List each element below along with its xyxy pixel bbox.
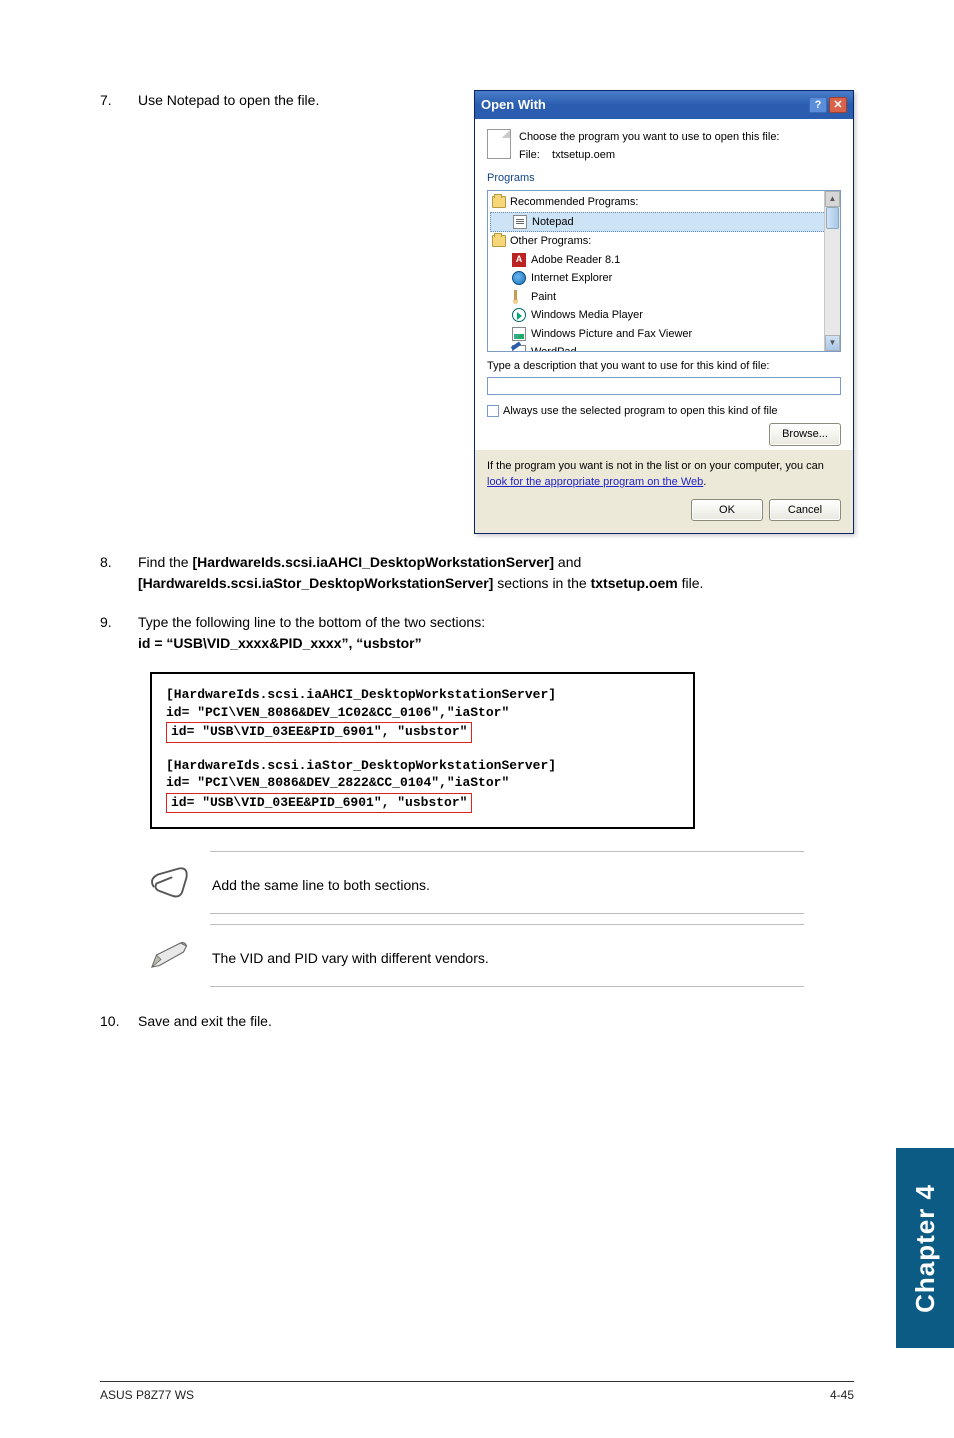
- text-bold: txtsetup.oem: [591, 575, 678, 591]
- cancel-button[interactable]: Cancel: [769, 499, 841, 522]
- code-line: [HardwareIds.scsi.iaAHCI_DesktopWorkstat…: [166, 686, 679, 704]
- code-line: [HardwareIds.scsi.iaStor_DesktopWorkstat…: [166, 757, 679, 775]
- step-text: Use Notepad to open the file.: [138, 90, 414, 111]
- note-text: Add the same line to both sections.: [212, 869, 854, 901]
- folder-icon: [492, 196, 506, 208]
- page-footer: ASUS P8Z77 WS 4-45: [100, 1381, 854, 1402]
- notepad-icon: [513, 215, 527, 229]
- list-item-wmp[interactable]: Windows Media Player: [490, 306, 838, 325]
- group-other: Other Programs:: [510, 233, 591, 250]
- step-number: 10.: [100, 1011, 138, 1032]
- group-recommended: Recommended Programs:: [510, 194, 638, 211]
- divider: [210, 986, 804, 987]
- wordpad-icon: [512, 345, 526, 352]
- list-item-label: Paint: [531, 289, 556, 306]
- divider: [210, 924, 804, 925]
- checkbox-label: Always use the selected program to open …: [503, 403, 778, 420]
- note-suffix: .: [703, 476, 706, 488]
- ie-icon: [512, 271, 526, 285]
- adobe-icon: A: [512, 253, 526, 267]
- programs-label: Programs: [487, 170, 841, 187]
- browse-button[interactable]: Browse...: [769, 423, 841, 446]
- help-button[interactable]: ?: [809, 97, 827, 113]
- footer-left: ASUS P8Z77 WS: [100, 1388, 194, 1402]
- scrollbar[interactable]: ▲ ▼: [824, 191, 840, 351]
- code-highlight: id= "USB\VID_03EE&PID_6901", "usbstor": [166, 793, 472, 814]
- file-icon: [487, 129, 511, 159]
- step-number: 8.: [100, 552, 138, 594]
- scroll-down-icon[interactable]: ▼: [825, 335, 840, 351]
- chapter-tab: Chapter 4: [896, 1148, 954, 1348]
- close-button[interactable]: ✕: [829, 97, 847, 113]
- picture-viewer-icon: [512, 327, 526, 341]
- list-item-label: Adobe Reader 8.1: [531, 252, 620, 269]
- list-item-fax[interactable]: Windows Picture and Fax Viewer: [490, 325, 838, 344]
- text-bold: [HardwareIds.scsi.iaStor_DesktopWorkstat…: [138, 575, 493, 591]
- step-number: 7.: [100, 90, 138, 534]
- ok-button[interactable]: OK: [691, 499, 763, 522]
- description-input[interactable]: [487, 377, 841, 395]
- footer-right: 4-45: [830, 1388, 854, 1402]
- list-item-label: WordPad: [531, 344, 577, 352]
- pencil-icon: [146, 935, 194, 980]
- code-highlight: id= "USB\VID_03EE&PID_6901", "usbstor": [166, 722, 472, 743]
- text-span: sections in the: [493, 575, 590, 591]
- web-lookup-link[interactable]: look for the appropriate program on the …: [487, 476, 703, 488]
- paperclip-icon: [146, 862, 194, 907]
- dialog-title: Open With: [481, 95, 546, 115]
- step-number: 9.: [100, 612, 138, 654]
- description-label: Type a description that you want to use …: [487, 358, 841, 375]
- dialog-titlebar[interactable]: Open With ? ✕: [475, 91, 853, 119]
- always-use-checkbox[interactable]: [487, 405, 499, 417]
- list-item-paint[interactable]: Paint: [490, 288, 838, 307]
- step-text: Type the following line to the bottom of…: [138, 612, 854, 654]
- list-item-label: Internet Explorer: [531, 270, 612, 287]
- code-line: id= "PCI\VEN_8086&DEV_2822&CC_0104","iaS…: [166, 774, 679, 792]
- file-name: txtsetup.oem: [552, 149, 615, 161]
- paint-icon: [512, 290, 526, 304]
- list-item-label: Windows Picture and Fax Viewer: [531, 326, 692, 343]
- scroll-thumb[interactable]: [826, 207, 839, 229]
- step-text: Find the [HardwareIds.scsi.iaAHCI_Deskto…: [138, 552, 854, 594]
- code-block: [HardwareIds.scsi.iaAHCI_DesktopWorkstat…: [150, 672, 695, 829]
- file-label: File:: [519, 149, 540, 161]
- text-line: Type the following line to the bottom of…: [138, 612, 854, 633]
- text-bold: [HardwareIds.scsi.iaAHCI_DesktopWorkstat…: [192, 554, 554, 570]
- text-span: and: [554, 554, 581, 570]
- list-item-wordpad[interactable]: WordPad: [490, 343, 838, 352]
- list-item-notepad[interactable]: Notepad: [490, 212, 838, 233]
- text-span: file.: [678, 575, 704, 591]
- text-span: Find the: [138, 554, 192, 570]
- list-item-label: Notepad: [532, 214, 574, 231]
- list-item-label: Windows Media Player: [531, 307, 643, 324]
- text-bold: id = “USB\VID_xxxx&PID_xxxx”, “usbstor”: [138, 633, 854, 654]
- note-text: The VID and PID vary with different vend…: [212, 942, 854, 974]
- scroll-up-icon[interactable]: ▲: [825, 191, 840, 207]
- program-list[interactable]: Recommended Programs: Notepad Other Prog…: [487, 190, 841, 352]
- list-item-adobe[interactable]: A Adobe Reader 8.1: [490, 251, 838, 270]
- open-with-dialog: Open With ? ✕ Choose the program you wan…: [474, 90, 854, 534]
- prompt-text: Choose the program you want to use to op…: [519, 129, 780, 146]
- divider: [210, 913, 804, 914]
- divider: [210, 851, 804, 852]
- folder-icon: [492, 235, 506, 247]
- code-line: id= "PCI\VEN_8086&DEV_1C02&CC_0106","iaS…: [166, 704, 679, 722]
- chapter-label: Chapter 4: [910, 1184, 941, 1313]
- step-text: Save and exit the file.: [138, 1011, 854, 1032]
- list-item-ie[interactable]: Internet Explorer: [490, 269, 838, 288]
- note-prefix: If the program you want is not in the li…: [487, 460, 824, 472]
- wmp-icon: [512, 308, 526, 322]
